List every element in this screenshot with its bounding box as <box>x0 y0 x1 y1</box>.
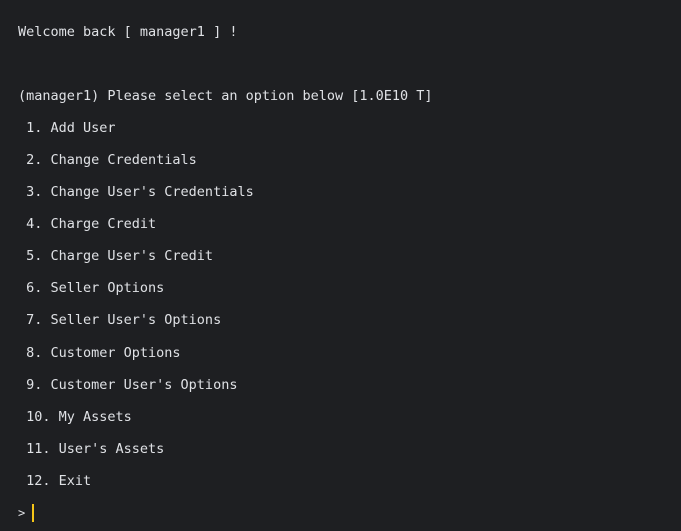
menu-item-my-assets: 10. My Assets <box>18 409 132 425</box>
menu-item-customer-options: 8. Customer Options <box>18 345 181 361</box>
menu-item-charge-credit: 4. Charge Credit <box>18 216 157 232</box>
menu-item-exit: 12. Exit <box>18 473 92 489</box>
prompt-symbol: > <box>18 505 26 520</box>
text-caret <box>32 504 35 522</box>
menu-item-change-users-credentials: 3. Change User's Credentials <box>18 184 254 200</box>
menu-item-charge-users-credit: 5. Charge User's Credit <box>18 248 214 264</box>
terminal-console[interactable]: Welcome back [ manager1 ] ! (manager1) P… <box>0 0 681 531</box>
menu-header: (manager1) Please select an option below… <box>18 88 433 104</box>
menu-item-change-credentials: 2. Change Credentials <box>18 152 197 168</box>
menu-item-users-assets: 11. User's Assets <box>18 441 165 457</box>
menu-item-customer-users-options: 9. Customer User's Options <box>18 377 238 393</box>
command-input[interactable]: > <box>18 504 35 522</box>
menu-item-seller-users-options: 7. Seller User's Options <box>18 312 222 328</box>
menu-item-seller-options: 6. Seller Options <box>18 280 165 296</box>
welcome-message: Welcome back [ manager1 ] ! <box>18 24 238 40</box>
menu-item-add-user: 1. Add User <box>18 120 116 136</box>
